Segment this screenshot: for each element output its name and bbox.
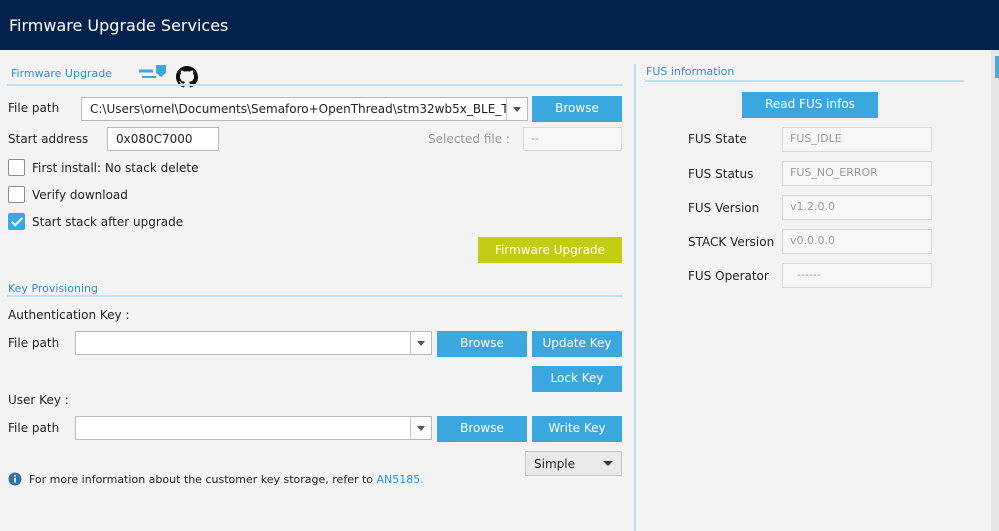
read-fus-infos-button[interactable]: Read FUS infos — [742, 92, 878, 118]
update-key-button[interactable]: Update Key — [532, 331, 622, 357]
first-install-checkbox[interactable] — [8, 159, 25, 176]
stack-version-label: STACK Version — [688, 235, 775, 249]
user-file-path-label: File path — [8, 421, 60, 435]
user-key-label: User Key : — [8, 393, 69, 407]
fus-status-field: FUS_NO_ERROR — [782, 161, 932, 186]
auth-key-file-path-combobox[interactable] — [75, 331, 432, 355]
authentication-key-label: Authentication Key : — [8, 308, 130, 322]
fus-operator-label: FUS Operator — [688, 269, 769, 283]
firmware-upgrade-divider — [7, 84, 623, 86]
window-title: Firmware Upgrade Services — [9, 16, 229, 35]
fus-operator-field: ------ — [782, 263, 932, 288]
lock-key-button[interactable]: Lock Key — [532, 366, 622, 392]
stm32cube-logo-icon[interactable] — [138, 64, 168, 82]
file-path-label: File path — [8, 101, 60, 115]
auth-key-browse-button[interactable]: Browse — [437, 331, 527, 357]
fus-state-field: FUS_IDLE — [782, 127, 932, 152]
user-key-file-path-combobox[interactable] — [75, 416, 432, 440]
info-icon — [8, 472, 22, 486]
firmware-upgrade-section-title: Firmware Upgrade — [11, 67, 112, 80]
start-stack-label: Start stack after upgrade — [32, 215, 184, 229]
firmware-upgrade-button[interactable]: Firmware Upgrade — [478, 237, 622, 263]
firmware-file-path-combobox[interactable]: C:\Users\ornel\Documents\Semaforo+OpenTh… — [81, 97, 528, 121]
key-storage-info-text: For more information about the customer … — [29, 473, 374, 486]
panel-splitter[interactable] — [634, 64, 636, 531]
selected-file-label: Selected file : — [428, 132, 510, 146]
selected-file-field: -- — [523, 127, 622, 151]
start-stack-option[interactable]: Start stack after upgrade — [8, 213, 308, 232]
key-storage-info: For more information about the customer … — [29, 473, 424, 486]
verify-download-option[interactable]: Verify download — [8, 186, 308, 205]
start-address-label: Start address — [8, 132, 89, 146]
fus-status-label: FUS Status — [688, 167, 754, 181]
key-mode-select[interactable]: Simple — [525, 451, 622, 476]
start-address-input[interactable]: 0x080C7000 — [107, 127, 219, 151]
stack-version-field: v0.0.0.0 — [782, 229, 932, 254]
fus-information-section-title: FUS information — [646, 65, 735, 78]
right-side-tab-strip[interactable] — [991, 50, 999, 531]
user-key-browse-button[interactable]: Browse — [437, 416, 527, 442]
auth-file-path-label: File path — [8, 336, 60, 350]
firmware-browse-button[interactable]: Browse — [532, 96, 622, 122]
key-provisioning-section-title: Key Provisioning — [8, 282, 98, 295]
fus-state-label: FUS State — [688, 132, 747, 146]
chevron-down-icon — [603, 461, 613, 466]
write-key-button[interactable]: Write Key — [532, 416, 622, 442]
first-install-option[interactable]: First install: No stack delete — [8, 159, 308, 178]
chevron-down-icon[interactable] — [506, 98, 527, 120]
firmware-file-path-value: C:\Users\ornel\Documents\Semaforo+OpenTh… — [90, 102, 528, 116]
verify-download-label: Verify download — [32, 188, 128, 202]
fus-version-field: v1.2.0.0 — [782, 195, 932, 220]
key-mode-value: Simple — [534, 457, 575, 471]
key-provisioning-divider — [7, 295, 623, 297]
chevron-down-icon[interactable] — [410, 332, 431, 354]
chevron-down-icon[interactable] — [410, 417, 431, 439]
first-install-label: First install: No stack delete — [32, 161, 199, 175]
an5185-link[interactable]: AN5185. — [377, 473, 424, 486]
verify-download-checkbox[interactable] — [8, 186, 25, 203]
fus-information-divider — [645, 80, 964, 82]
start-stack-checkbox[interactable] — [8, 213, 25, 230]
fus-version-label: FUS Version — [688, 201, 760, 215]
title-bar: Firmware Upgrade Services — [0, 0, 999, 50]
